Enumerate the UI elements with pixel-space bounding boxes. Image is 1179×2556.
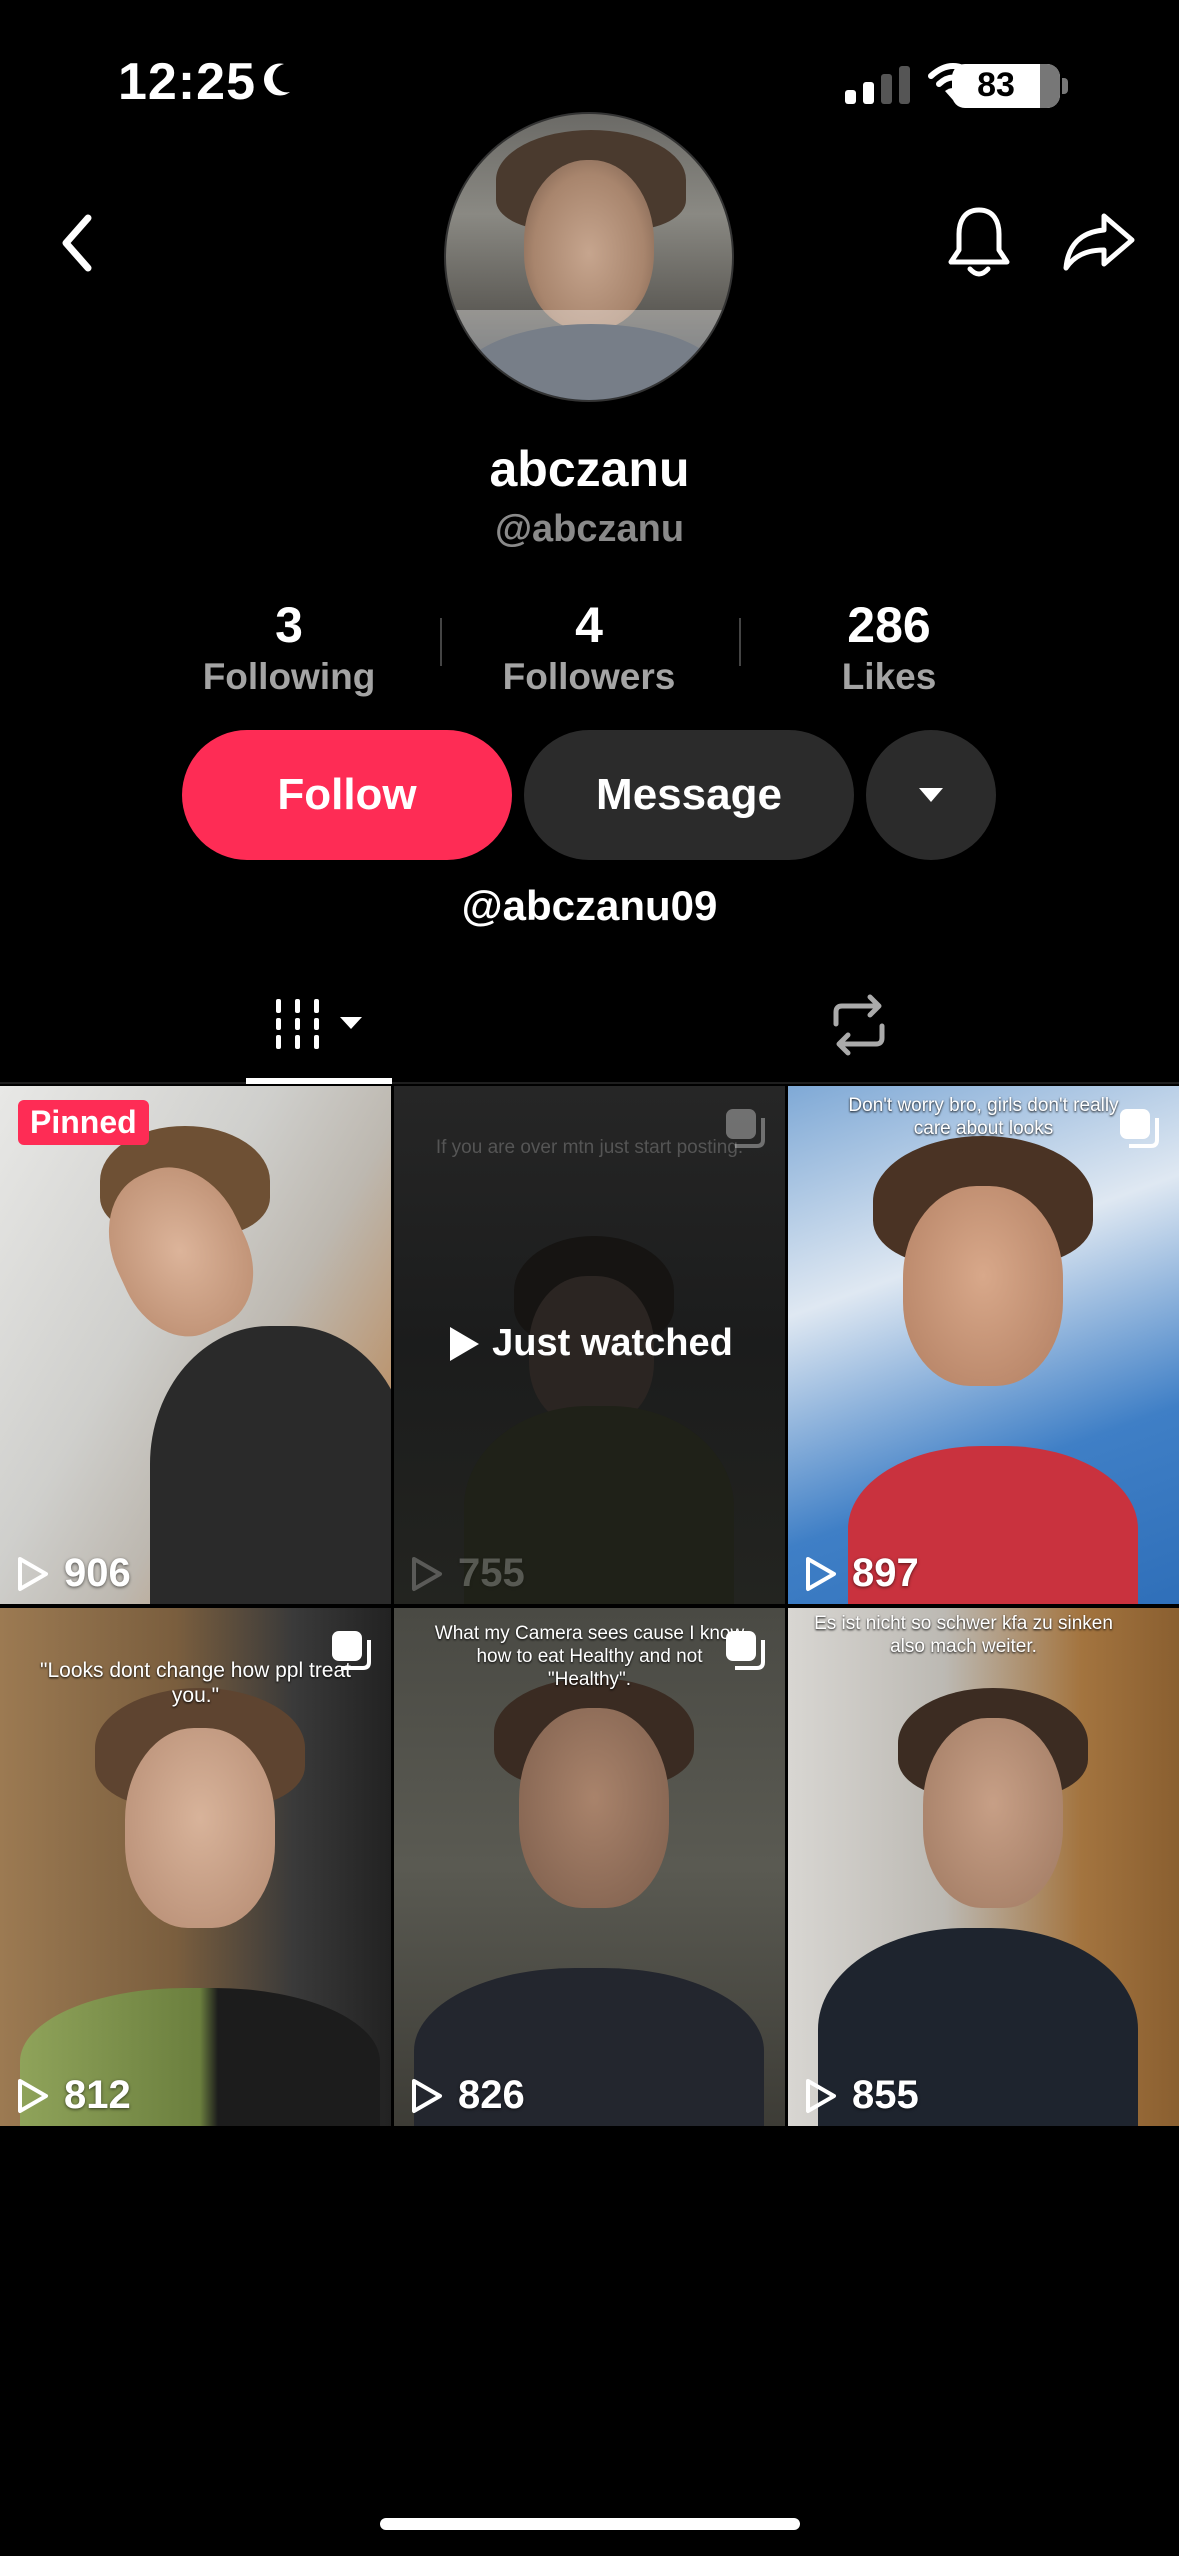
play-outline-icon xyxy=(18,1556,48,1591)
view-count: 906 xyxy=(16,1551,131,1596)
view-count: 755 xyxy=(410,1551,525,1596)
avatar[interactable] xyxy=(444,112,734,402)
stat-likes: 286 Likes xyxy=(759,596,1019,698)
video-caption: Es ist nicht so schwer kfa zu sinken als… xyxy=(814,1613,1113,1657)
view-count-text: 897 xyxy=(852,1551,919,1595)
caret-down-icon xyxy=(919,788,943,802)
play-outline-icon xyxy=(806,2078,836,2113)
play-filled-icon xyxy=(450,1326,480,1361)
pinned-badge: Pinned xyxy=(18,1100,149,1145)
follow-button[interactable]: Follow xyxy=(182,730,512,860)
cellular-signal-icon xyxy=(845,66,910,104)
multi-photo-icon xyxy=(1120,1109,1159,1148)
video-thumbnail[interactable]: "Looks dont change how ppl treat you." 8… xyxy=(0,1608,391,2126)
view-count: 812 xyxy=(16,2073,131,2118)
profile-username: @abczanu xyxy=(494,508,685,550)
multi-photo-icon xyxy=(332,1631,371,1670)
play-outline-icon xyxy=(412,2078,442,2113)
stat-followers[interactable]: 4 Followers xyxy=(459,596,719,698)
video-grid-icon xyxy=(276,999,319,1049)
active-tab-indicator xyxy=(246,1078,392,1084)
stat-likes-value: 286 xyxy=(847,597,931,653)
repost-icon[interactable] xyxy=(826,994,892,1056)
just-watched-overlay: Just watched xyxy=(394,1322,785,1365)
profile-display-name: abczanu xyxy=(489,441,690,497)
view-count: 826 xyxy=(410,2073,525,2118)
stat-following[interactable]: 3 Following xyxy=(159,596,419,698)
stat-following-label: Following xyxy=(202,656,376,697)
share-arrow-icon[interactable] xyxy=(1062,212,1136,272)
home-indicator[interactable] xyxy=(380,2518,800,2530)
video-thumbnail[interactable]: Es ist nicht so schwer kfa zu sinken als… xyxy=(788,1608,1179,2126)
stat-likes-label: Likes xyxy=(841,656,937,697)
multi-photo-icon xyxy=(726,1631,765,1670)
status-time: 12:25 xyxy=(118,53,256,111)
view-count: 855 xyxy=(804,2073,919,2118)
stat-divider xyxy=(440,618,442,666)
view-count-text: 812 xyxy=(64,2073,131,2117)
video-thumbnail[interactable]: If you are over mtn just start posting. … xyxy=(394,1086,785,1604)
battery-indicator: 83 xyxy=(952,64,1072,108)
stat-divider xyxy=(739,618,741,666)
video-grid: Pinned 906 If you are over mtn just star… xyxy=(0,1086,1179,2126)
tabs-divider xyxy=(0,1082,1179,1084)
bio-link[interactable]: @abczanu09 xyxy=(0,882,1179,930)
play-outline-icon xyxy=(18,2078,48,2113)
view-count-text: 855 xyxy=(852,2073,919,2117)
chevron-left-icon[interactable] xyxy=(58,214,98,272)
bell-icon[interactable] xyxy=(946,204,1012,280)
stat-followers-value: 4 xyxy=(575,597,603,653)
video-thumbnail[interactable]: Don't worry bro, girls don't really care… xyxy=(788,1086,1179,1604)
video-thumbnail[interactable]: What my Camera sees cause I know how to … xyxy=(394,1608,785,2126)
battery-level: 83 xyxy=(977,66,1015,104)
more-options-button[interactable] xyxy=(866,730,996,860)
view-count-text: 755 xyxy=(458,1551,525,1595)
view-count-text: 826 xyxy=(458,2073,525,2117)
view-count: 897 xyxy=(804,1551,919,1596)
play-outline-icon xyxy=(412,1556,442,1591)
just-watched-label: Just watched xyxy=(492,1322,733,1364)
tab-videos[interactable] xyxy=(272,995,364,1051)
video-thumbnail[interactable]: Pinned 906 xyxy=(0,1086,391,1604)
stat-following-value: 3 xyxy=(275,597,303,653)
multi-photo-icon xyxy=(726,1109,765,1148)
moon-icon xyxy=(264,63,290,96)
stat-followers-label: Followers xyxy=(502,656,676,697)
view-count-text: 906 xyxy=(64,1551,131,1595)
caret-down-icon xyxy=(340,1017,362,1029)
play-outline-icon xyxy=(806,1556,836,1591)
message-button[interactable]: Message xyxy=(524,730,854,860)
